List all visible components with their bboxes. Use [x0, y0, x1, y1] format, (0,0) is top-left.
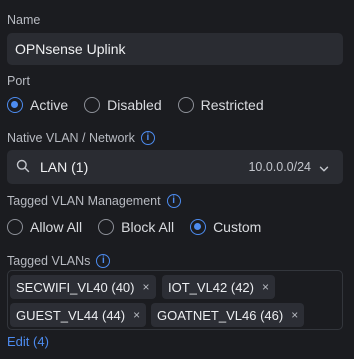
- native-vlan-label: Native VLAN / Network i: [7, 131, 155, 145]
- info-icon[interactable]: i: [140, 131, 155, 145]
- tagged-option-block-all[interactable]: Block All: [98, 219, 174, 235]
- radio-checked-icon[interactable]: [190, 219, 207, 235]
- edit-vlans-link[interactable]: Edit (4): [7, 334, 49, 349]
- tagged-vlans-box[interactable]: SECWIFI_VL40 (40) × IOT_VL42 (42) × GUES…: [7, 270, 343, 330]
- native-vlan-subnet: 10.0.0.0/24: [248, 160, 311, 174]
- tagged-mgmt-radio-group: Allow All Block All Custom: [7, 216, 277, 238]
- tagged-vlans-label: Tagged VLANs i: [7, 254, 111, 268]
- search-icon: [16, 159, 30, 178]
- close-icon[interactable]: ×: [262, 280, 269, 294]
- tagged-option-custom[interactable]: Custom: [190, 219, 261, 235]
- radio-checked-icon[interactable]: [7, 97, 23, 113]
- tagged-option-allow-all[interactable]: Allow All: [7, 219, 82, 235]
- name-label: Name: [7, 13, 41, 27]
- close-icon[interactable]: ×: [143, 280, 150, 294]
- close-icon[interactable]: ×: [291, 308, 298, 322]
- tagged-mgmt-label: Tagged VLAN Management i: [7, 194, 181, 208]
- chevron-down-icon: [319, 161, 329, 179]
- radio-unchecked-icon[interactable]: [177, 97, 194, 113]
- radio-unchecked-icon[interactable]: [84, 97, 101, 113]
- name-field[interactable]: OPNsense Uplink: [7, 33, 343, 65]
- port-option-restricted[interactable]: Restricted: [177, 97, 264, 113]
- info-icon[interactable]: i: [96, 254, 111, 268]
- port-label: Port: [7, 74, 30, 88]
- port-radio-group: Active Disabled Restricted: [7, 94, 280, 116]
- vlan-tag: SECWIFI_VL40 (40) ×: [10, 275, 156, 299]
- info-icon[interactable]: i: [166, 194, 181, 208]
- close-icon[interactable]: ×: [133, 308, 140, 322]
- name-value: OPNsense Uplink: [15, 41, 126, 57]
- port-option-active[interactable]: Active: [7, 97, 68, 113]
- radio-unchecked-icon[interactable]: [98, 219, 115, 235]
- vlan-tag: GOATNET_VL46 (46) ×: [151, 303, 305, 327]
- native-vlan-select[interactable]: LAN (1) 10.0.0.0/24: [7, 150, 343, 184]
- radio-unchecked-icon[interactable]: [7, 219, 23, 235]
- vlan-tag: GUEST_VL44 (44) ×: [10, 303, 147, 327]
- native-vlan-value: LAN (1): [40, 159, 89, 175]
- vlan-tag: IOT_VL42 (42) ×: [162, 275, 276, 299]
- port-option-disabled[interactable]: Disabled: [84, 97, 162, 113]
